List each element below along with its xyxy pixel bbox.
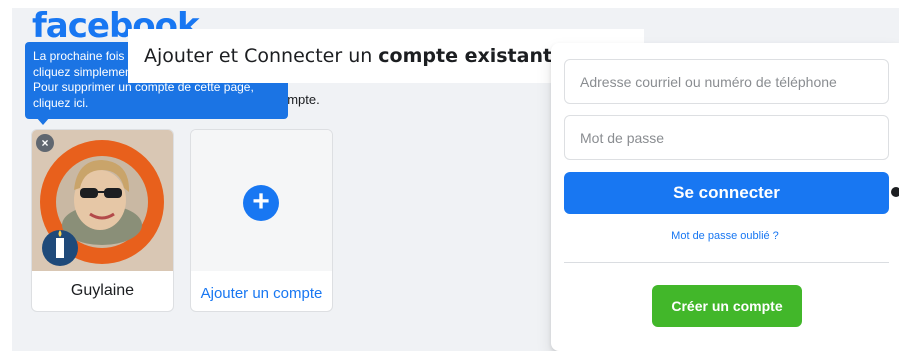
- profile-photo[interactable]: ×: [32, 130, 173, 271]
- remove-account-icon[interactable]: ×: [36, 134, 54, 152]
- account-name: Guylaine: [70, 282, 135, 299]
- account-card-guylaine[interactable]: × Guylaine: [31, 129, 174, 312]
- create-account-button[interactable]: Créer un compte: [652, 285, 802, 327]
- forgot-password-link[interactable]: Mot de passe oublié ?: [551, 230, 899, 242]
- add-account-card[interactable]: + Ajouter un compte: [190, 129, 333, 312]
- pointer-dot: [891, 187, 899, 197]
- banner-text: Ajouter et Connecter un: [144, 45, 373, 67]
- divider: [564, 262, 889, 263]
- login-button[interactable]: Se connecter: [564, 172, 889, 214]
- profile-picture-frame: [32, 130, 173, 271]
- email-field[interactable]: [564, 59, 889, 104]
- banner-text-bold: compte existant: [378, 45, 553, 67]
- add-account-area[interactable]: +: [191, 130, 332, 271]
- plus-icon[interactable]: +: [243, 185, 279, 221]
- tooltip-arrow: [36, 117, 50, 125]
- login-panel: Se connecter Mot de passe oublié ? Créer…: [551, 43, 899, 351]
- password-field[interactable]: [564, 115, 889, 160]
- add-account-label[interactable]: Ajouter un compte: [191, 284, 332, 303]
